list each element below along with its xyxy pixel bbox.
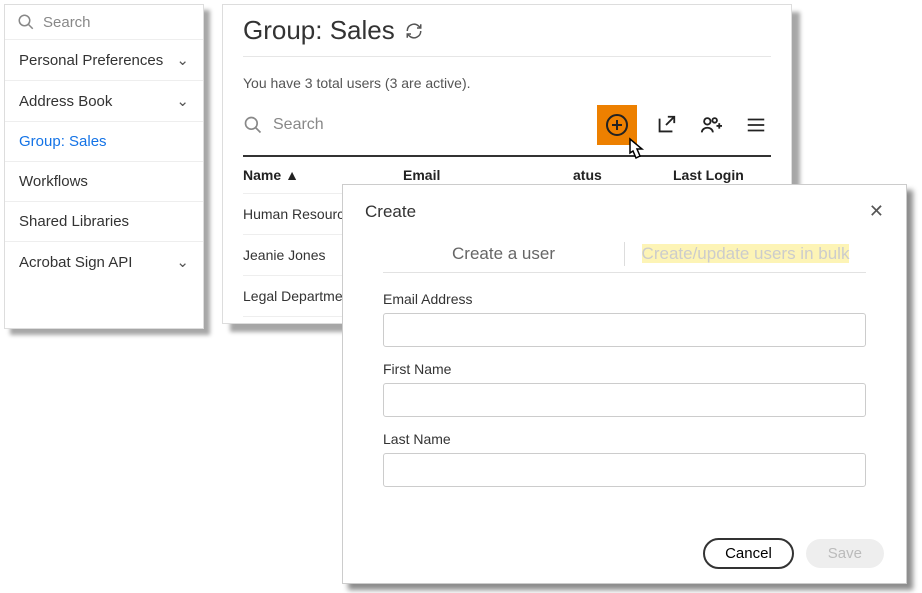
add-group-button[interactable] [695,110,727,140]
modal-footer: Cancel Save [703,538,884,569]
col-name-label: Name [243,167,281,183]
user-summary: You have 3 total users (3 are active). [243,75,771,91]
plus-circle-icon [605,113,629,137]
users-plus-icon [699,114,723,136]
sidebar: Search Personal Preferences ⌄ Address Bo… [4,4,204,329]
sidebar-item-shared-libraries[interactable]: Shared Libraries [5,201,203,241]
modal-tabs: Create a user Create/update users in bul… [383,236,866,273]
add-button-highlight [597,105,637,145]
menu-button[interactable] [741,110,771,140]
sidebar-item-acrobat-sign-api[interactable]: Acrobat Sign API ⌄ [5,241,203,282]
modal-header: Create ✕ [365,201,884,222]
form-group-first-name: First Name [383,361,866,417]
export-button[interactable] [651,110,681,140]
page-title: Group: Sales [243,15,771,57]
chevron-down-icon: ⌄ [176,253,189,271]
last-name-field[interactable] [383,453,866,487]
hamburger-icon [745,114,767,136]
export-icon [655,114,677,136]
cancel-button[interactable]: Cancel [703,538,794,569]
modal-title: Create [365,202,416,222]
chevron-down-icon: ⌄ [176,92,189,110]
close-button[interactable]: ✕ [869,201,884,222]
sidebar-search-placeholder: Search [43,14,91,31]
tab-create-bulk[interactable]: Create/update users in bulk [625,236,866,272]
sidebar-item-label: Personal Preferences [19,52,163,69]
toolbar: Search [243,99,771,157]
create-modal: Create ✕ Create a user Create/update use… [342,184,907,584]
sort-asc-icon: ▲ [285,167,299,183]
sidebar-item-workflows[interactable]: Workflows [5,161,203,201]
col-name[interactable]: Name ▲ [243,167,403,183]
close-icon: ✕ [869,201,884,221]
tab-create-user[interactable]: Create a user [383,236,624,272]
page-title-text: Group: Sales [243,15,395,46]
save-button: Save [806,539,884,568]
search-icon [17,13,35,31]
refresh-icon[interactable] [405,22,423,40]
first-name-label: First Name [383,361,866,377]
add-user-button[interactable] [601,109,633,141]
sidebar-item-label: Workflows [19,173,88,190]
sidebar-item-personal-preferences[interactable]: Personal Preferences ⌄ [5,39,203,80]
col-login[interactable]: Last Login [673,167,771,183]
chevron-down-icon: ⌄ [176,51,189,69]
email-label: Email Address [383,291,866,307]
sidebar-item-address-book[interactable]: Address Book ⌄ [5,80,203,121]
search-icon [243,115,263,135]
email-field[interactable] [383,313,866,347]
col-email[interactable]: Email [403,167,573,183]
sidebar-search[interactable]: Search [5,5,203,39]
sidebar-item-label: Address Book [19,93,112,110]
sidebar-item-group-sales[interactable]: Group: Sales [5,121,203,161]
form-group-last-name: Last Name [383,431,866,487]
tab-create-bulk-label: Create/update users in bulk [642,244,850,263]
sidebar-item-label: Shared Libraries [19,213,129,230]
sidebar-item-label: Group: Sales [19,133,107,150]
table-search[interactable]: Search [243,115,583,135]
form-group-email: Email Address [383,291,866,347]
first-name-field[interactable] [383,383,866,417]
table-search-placeholder: Search [273,116,324,134]
last-name-label: Last Name [383,431,866,447]
col-status[interactable]: atus [573,167,673,183]
sidebar-item-label: Acrobat Sign API [19,254,132,271]
